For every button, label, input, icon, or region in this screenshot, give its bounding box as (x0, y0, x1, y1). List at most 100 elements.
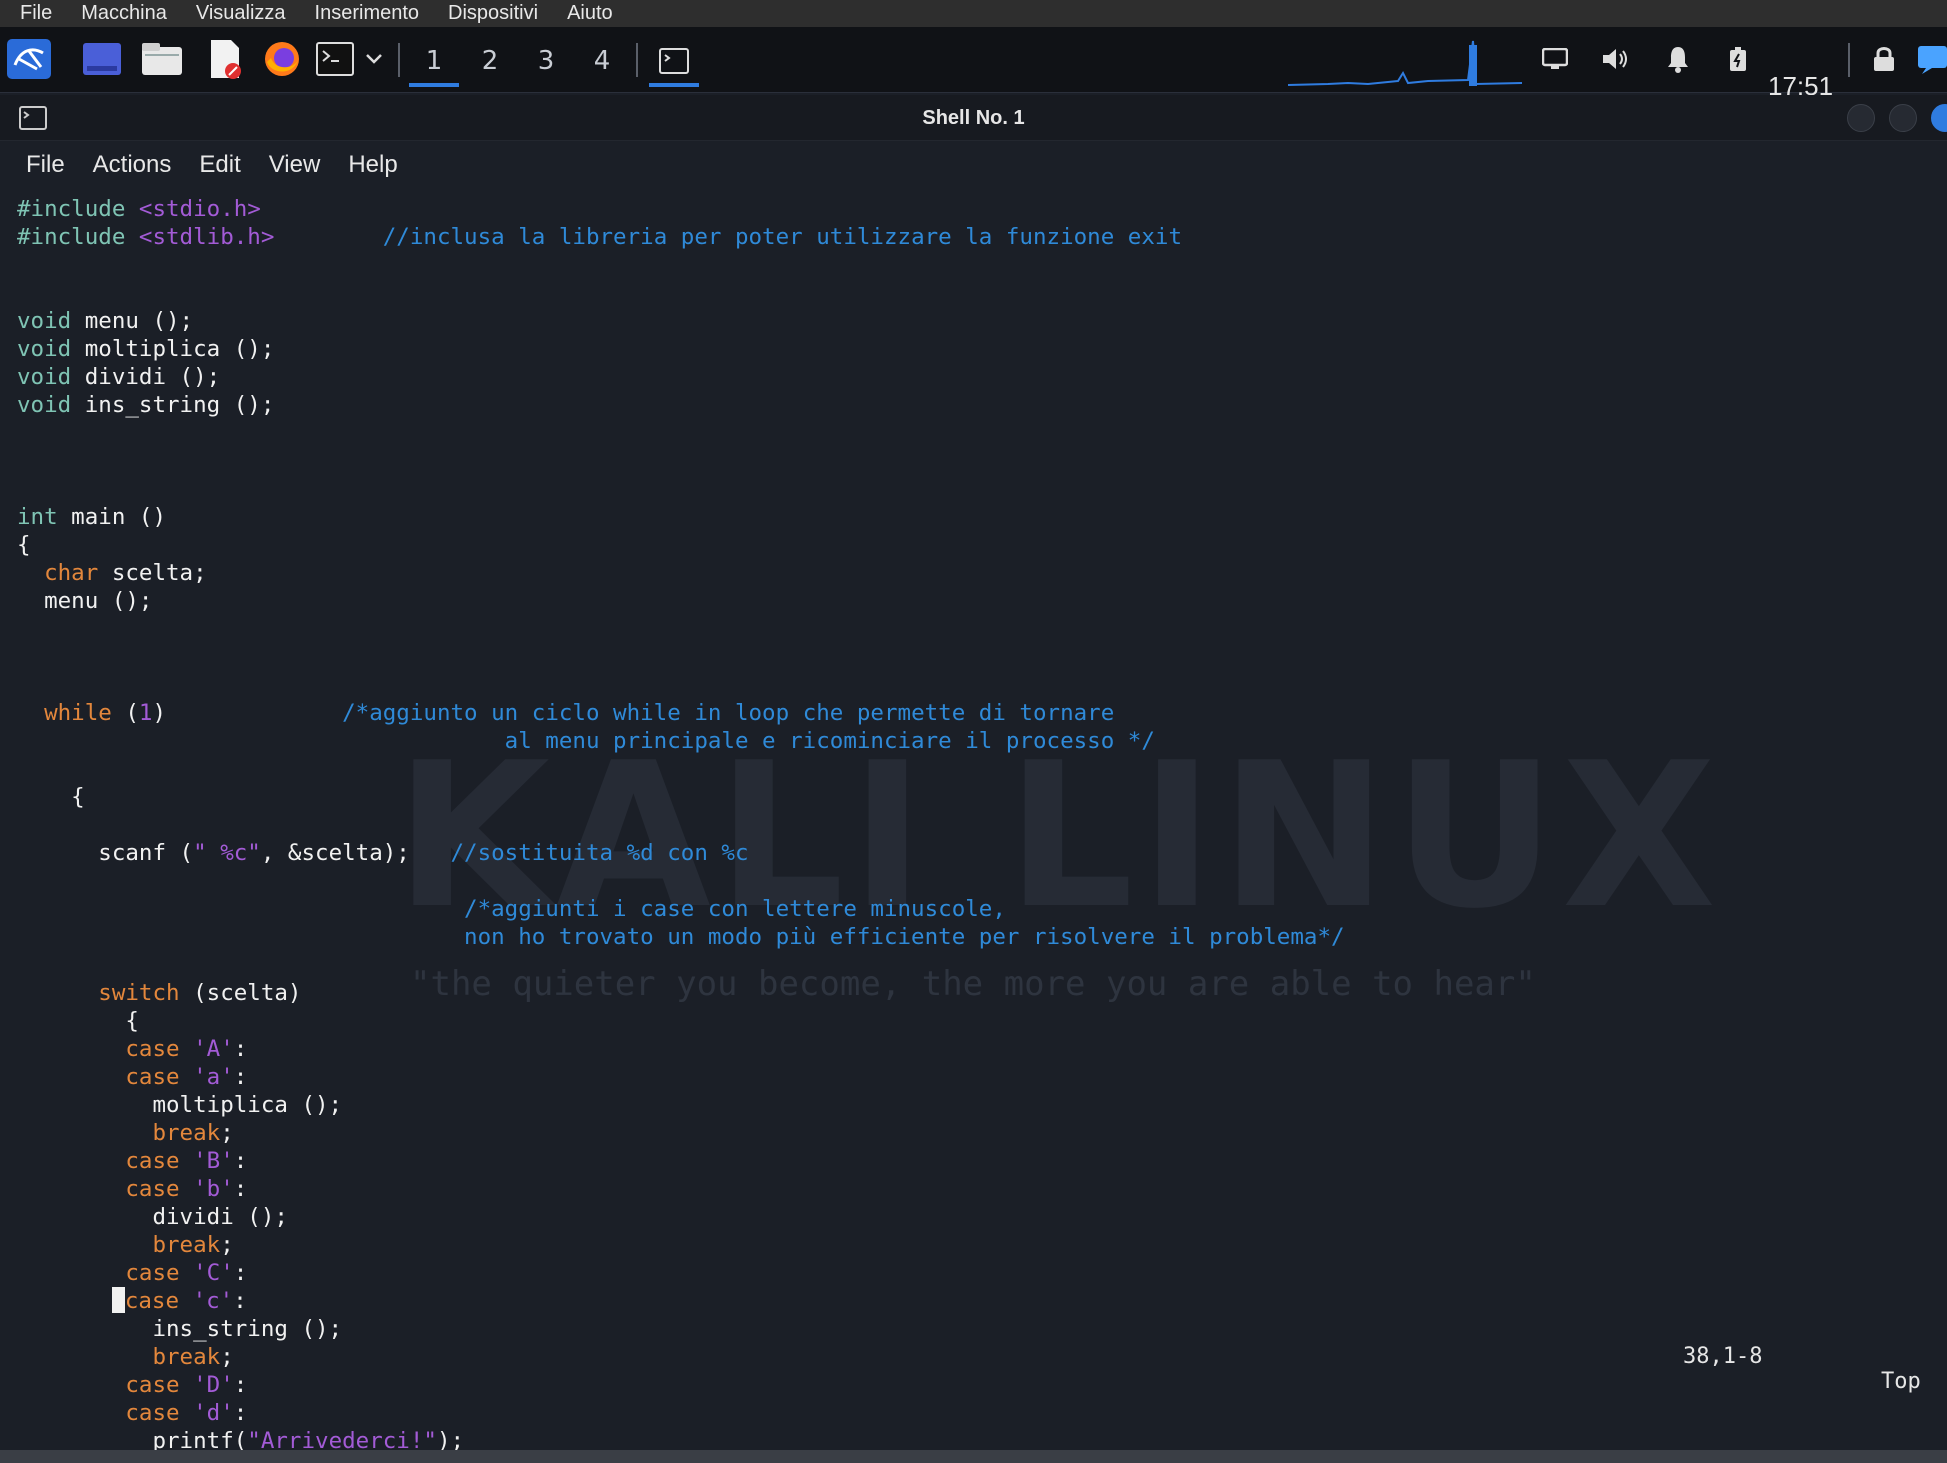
code-line[interactable]: char scelta; (17, 559, 1917, 587)
code-line[interactable]: break; (17, 1343, 1917, 1371)
code-token: moltiplica (); (71, 336, 275, 362)
code-token: ins_string (); (17, 1316, 343, 1342)
code-token: moltiplica (); (17, 1092, 343, 1118)
code-line[interactable]: { (17, 531, 1917, 559)
workspace-4[interactable]: 4 (571, 35, 633, 87)
menu-view[interactable]: View (269, 151, 321, 179)
file-manager-icon[interactable] (140, 39, 184, 79)
network-icon[interactable] (1914, 39, 1947, 79)
vm-menu-input[interactable]: Inserimento (315, 2, 420, 25)
code-line[interactable]: void dividi (); (17, 363, 1917, 391)
show-desktop-icon[interactable] (80, 39, 124, 79)
chevron-down-icon[interactable] (362, 39, 386, 79)
code-line[interactable] (17, 475, 1917, 503)
code-line[interactable]: menu (); (17, 587, 1917, 615)
menu-edit[interactable]: Edit (199, 151, 240, 179)
code-line[interactable] (17, 867, 1917, 895)
code-line[interactable]: case 'd': (17, 1399, 1917, 1427)
code-line[interactable]: case 'b': (17, 1175, 1917, 1203)
code-token: break (152, 1344, 221, 1370)
firefox-icon[interactable] (262, 39, 302, 79)
code-line[interactable]: scanf (" %c", &scelta); //sostituita %d … (17, 839, 1917, 867)
code-token: //sostituita %d con %c (450, 840, 749, 866)
code-line[interactable]: al menu principale e ricominciare il pro… (17, 727, 1917, 755)
code-line[interactable]: case 'D': (17, 1371, 1917, 1399)
text-editor-icon[interactable] (205, 39, 245, 79)
volume-icon[interactable] (1600, 39, 1632, 79)
vm-menu-view[interactable]: Visualizza (196, 2, 286, 25)
code-line[interactable] (17, 279, 1917, 307)
code-line[interactable]: { (17, 783, 1917, 811)
code-line[interactable]: printf("Arrivederci!"); (17, 1427, 1917, 1450)
workspace-3[interactable]: 3 (515, 35, 577, 87)
code-line[interactable]: break; (17, 1231, 1917, 1259)
panel-separator (636, 43, 638, 77)
terminal-launcher-icon[interactable] (315, 39, 355, 79)
code-line[interactable]: case 'C': (17, 1259, 1917, 1287)
code-line[interactable] (17, 419, 1917, 447)
code-line[interactable] (17, 643, 1917, 671)
code-line[interactable]: non ho trovato un modo più efficiente pe… (17, 923, 1917, 951)
code-line[interactable]: switch (scelta) (17, 979, 1917, 1007)
code-token: case (125, 1372, 180, 1398)
menu-actions[interactable]: Actions (93, 151, 172, 179)
code-line[interactable] (17, 671, 1917, 699)
code-line[interactable] (17, 615, 1917, 643)
code-line[interactable]: int main () (17, 503, 1917, 531)
code-line[interactable]: ins_string (); (17, 1315, 1917, 1343)
code-line[interactable]: #include <stdlib.h> //inclusa la libreri… (17, 223, 1917, 251)
code-line[interactable] (17, 447, 1917, 475)
vm-menu-devices[interactable]: Dispositivi (448, 2, 538, 25)
kali-menu-icon[interactable] (6, 39, 52, 79)
code-line[interactable]: moltiplica (); (17, 1091, 1917, 1119)
vm-menu-file[interactable]: File (20, 2, 52, 25)
vm-menu-machine[interactable]: Macchina (81, 2, 167, 25)
code-line[interactable] (17, 951, 1917, 979)
menu-file[interactable]: File (26, 151, 65, 179)
workspace-1[interactable]: 1 (403, 35, 465, 87)
maximize-button[interactable] (1889, 104, 1917, 132)
code-token: "Arrivederci!" (247, 1428, 437, 1450)
display-icon[interactable] (1540, 39, 1570, 79)
code-line[interactable]: case 'A': (17, 1035, 1917, 1063)
minimize-button[interactable] (1847, 104, 1875, 132)
vim-buffer[interactable]: #include <stdio.h> #include <stdlib.h> //… (17, 195, 1917, 1450)
code-token: 'B' (193, 1148, 234, 1174)
code-line[interactable] (17, 251, 1917, 279)
code-line[interactable]: dividi (); (17, 1203, 1917, 1231)
code-line[interactable] (17, 811, 1917, 839)
terminal-area[interactable]: KALI LINUX "the quieter you become, the … (0, 187, 1947, 1450)
code-line[interactable]: case 'a': (17, 1063, 1917, 1091)
code-line[interactable] (17, 755, 1917, 783)
battery-icon[interactable] (1726, 39, 1750, 79)
code-token: ( (111, 700, 139, 726)
code-line[interactable]: void menu (); (17, 307, 1917, 335)
notifications-icon[interactable] (1664, 39, 1692, 79)
lock-icon[interactable] (1870, 39, 1898, 79)
code-line[interactable]: /*aggiunti i case con lettere minuscole, (17, 895, 1917, 923)
code-line[interactable]: case 'c': (17, 1287, 1917, 1315)
window-titlebar[interactable]: Shell No. 1 (0, 95, 1947, 141)
code-line[interactable]: case 'B': (17, 1147, 1917, 1175)
workspace-2[interactable]: 2 (459, 35, 521, 87)
code-line[interactable]: #include <stdio.h> (17, 195, 1917, 223)
code-line[interactable]: void ins_string (); (17, 391, 1917, 419)
taskbar-terminal-window[interactable] (643, 35, 705, 87)
code-token: : (233, 1400, 248, 1426)
code-line[interactable]: break; (17, 1119, 1917, 1147)
code-line[interactable]: { (17, 1007, 1917, 1035)
menu-help[interactable]: Help (348, 151, 397, 179)
vm-menu-help[interactable]: Aiuto (567, 2, 613, 25)
code-line[interactable]: void moltiplica (); (17, 335, 1917, 363)
terminal-menubar: File Actions Edit View Help (0, 142, 1947, 187)
code-token: case (125, 1036, 180, 1062)
code-line[interactable]: while (1) /*aggiunto un ciclo while in l… (17, 699, 1917, 727)
